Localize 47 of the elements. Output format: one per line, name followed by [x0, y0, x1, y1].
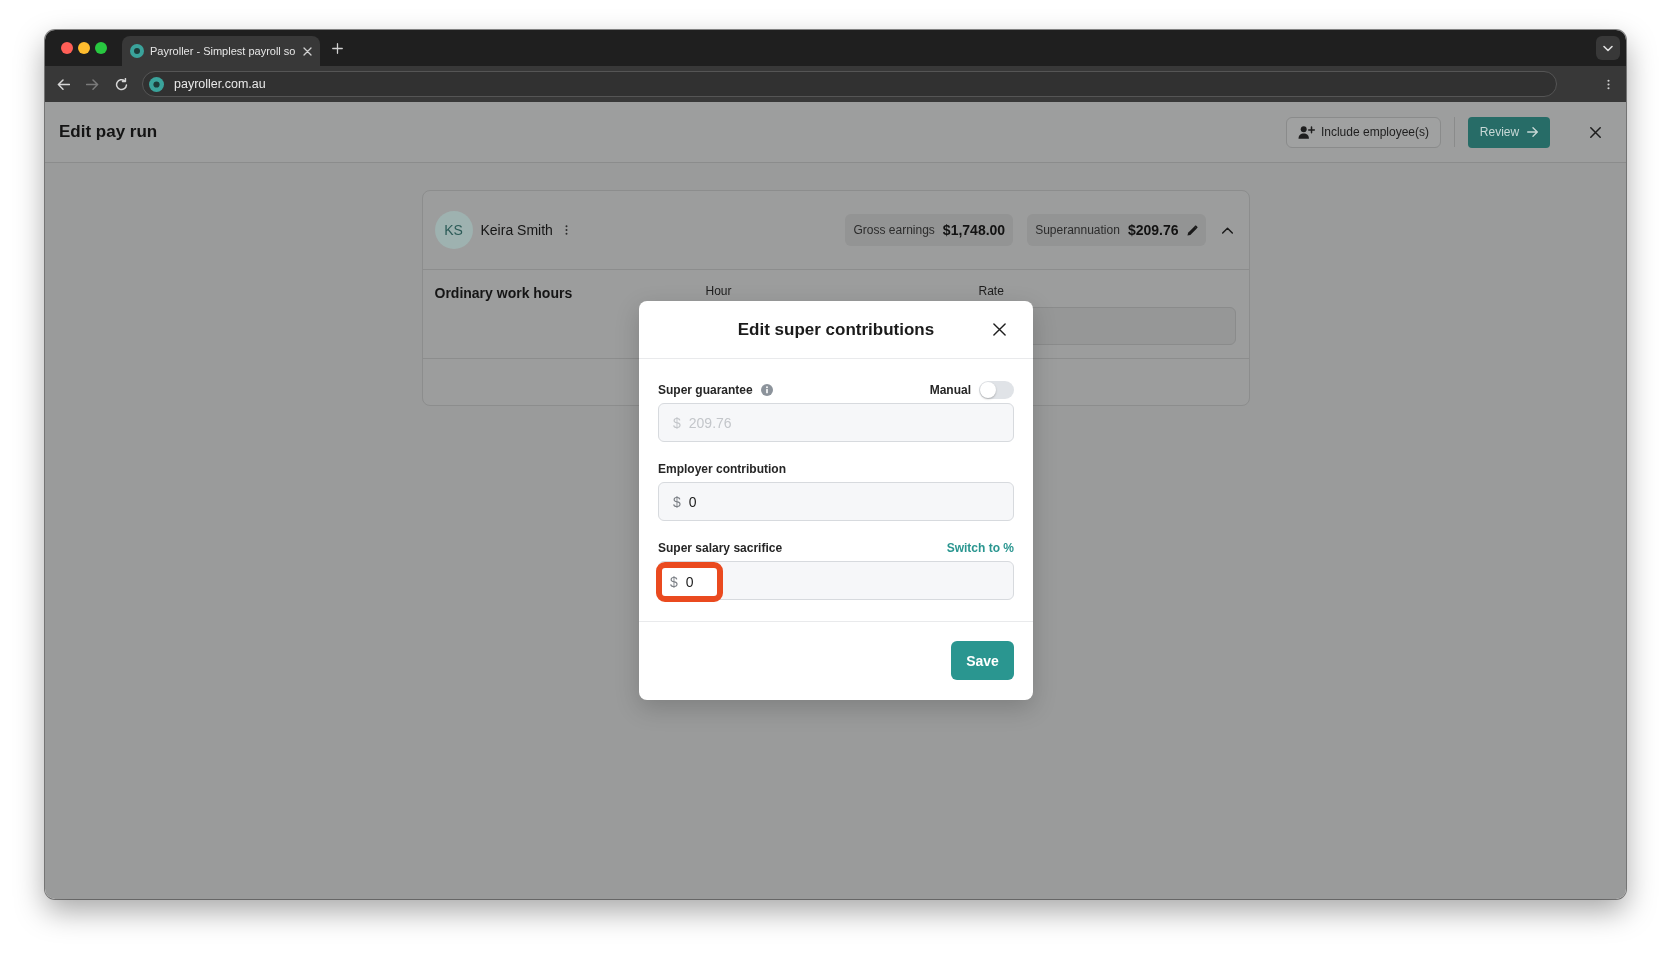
- chevron-up-icon[interactable]: [1221, 226, 1233, 234]
- reload-icon[interactable]: [115, 77, 128, 91]
- more-options-icon[interactable]: [564, 224, 568, 236]
- site-logo-icon: [130, 44, 144, 58]
- field-value: 0: [688, 493, 697, 510]
- currency-symbol: $: [670, 573, 678, 590]
- address-bar[interactable]: payroller.com.au: [142, 71, 1557, 97]
- review-button[interactable]: Review: [1468, 116, 1550, 148]
- avatar-initials: KS: [434, 211, 473, 249]
- field-label: Super salary sacrifice: [658, 540, 783, 555]
- column-label: Rate: [978, 284, 1005, 300]
- currency-symbol: $: [673, 414, 681, 431]
- browser-tab[interactable]: Payroller - Simplest payroll so: [122, 36, 320, 66]
- column-label: Hour: [705, 284, 733, 300]
- summary-value: $209.76: [1127, 222, 1179, 238]
- minimize-window-icon[interactable]: [78, 42, 90, 54]
- menu-icon[interactable]: [1607, 77, 1610, 91]
- close-window-icon[interactable]: [61, 42, 73, 54]
- site-info-icon[interactable]: [149, 76, 164, 92]
- dialog-title: Edit super contributions: [737, 319, 935, 340]
- back-arrow-icon[interactable]: [57, 77, 70, 91]
- currency-symbol: $: [673, 493, 681, 510]
- user-plus-icon: [1297, 125, 1315, 139]
- page-title: Edit pay run: [59, 122, 158, 142]
- amount-field[interactable]: $ 0: [658, 561, 1014, 600]
- field-value: 0: [685, 573, 694, 590]
- field-label: Employer contribution: [658, 461, 786, 476]
- chevron-down-icon[interactable]: [1596, 36, 1620, 60]
- summary-label: Superannuation: [1035, 223, 1120, 237]
- save-button[interactable]: Save: [951, 641, 1014, 680]
- close-icon[interactable]: [993, 323, 1006, 336]
- include-employees-button[interactable]: Include employee(s): [1285, 116, 1441, 148]
- maximize-window-icon[interactable]: [95, 42, 107, 54]
- employee-name: Keira Smith: [480, 222, 553, 238]
- toggle-label: Manual: [929, 382, 971, 397]
- plus-icon[interactable]: [332, 42, 343, 54]
- summary-chip[interactable]: Superannuation $209.76: [1027, 214, 1206, 246]
- section-title: Ordinary work hours: [434, 285, 574, 300]
- close-icon[interactable]: [1590, 126, 1601, 138]
- arrow-right-icon: [1527, 127, 1539, 137]
- close-tab-icon[interactable]: [303, 46, 312, 56]
- summary-label: Gross earnings: [853, 223, 935, 237]
- amount-field[interactable]: $ 0: [658, 482, 1014, 521]
- switch-unit-link[interactable]: Switch to %: [946, 540, 1014, 555]
- pencil-icon[interactable]: [1186, 224, 1198, 236]
- field-label: Super guarantee: [658, 382, 753, 397]
- summary-value: $1,748.00: [942, 222, 1006, 238]
